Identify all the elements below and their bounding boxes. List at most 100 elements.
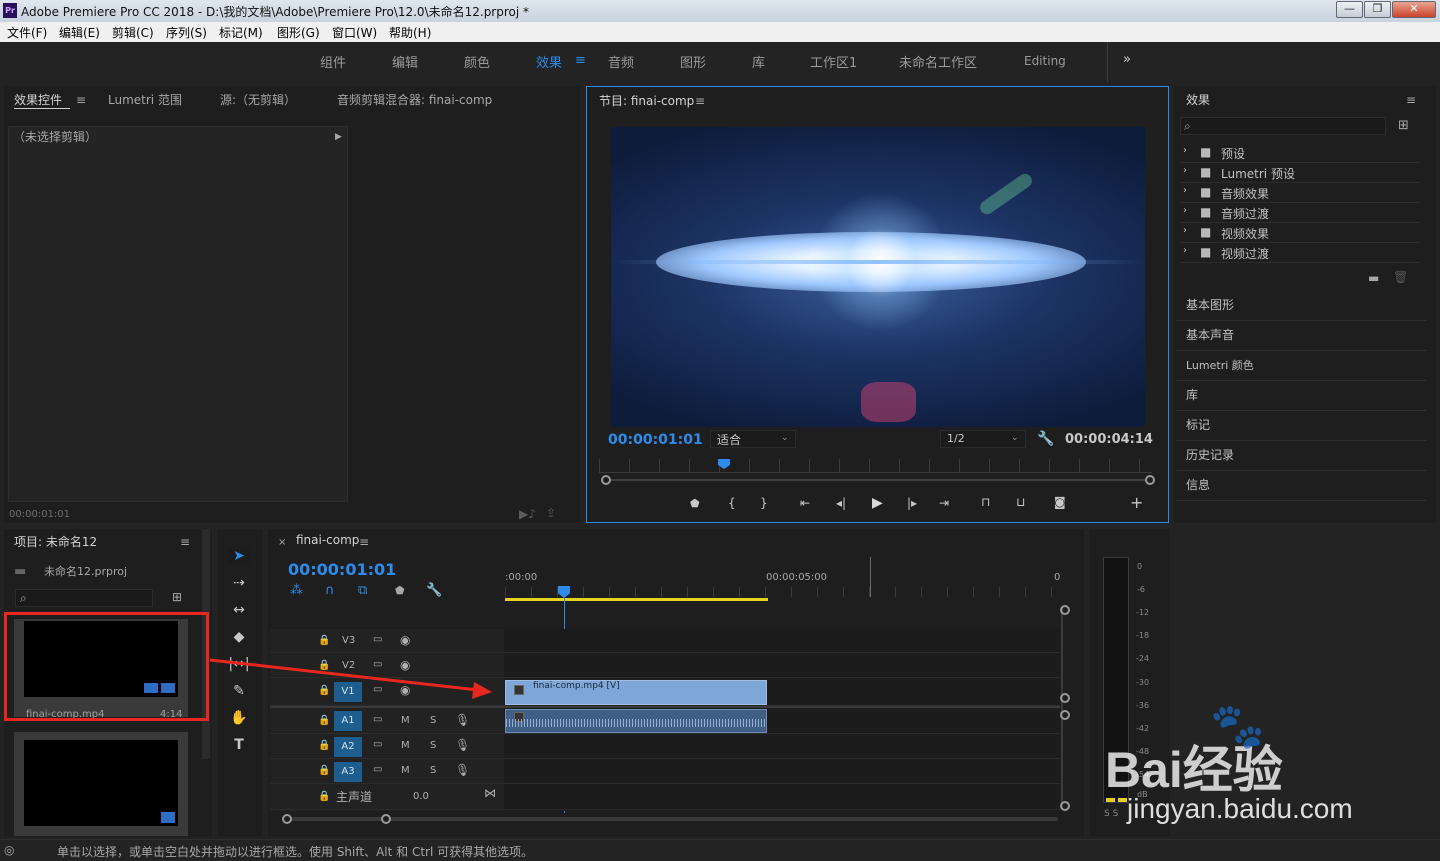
add-marker-icon[interactable]: ⬟ [395,585,405,596]
track-master[interactable]: 🔒 主声道 0.0 ⋈ [270,784,1060,810]
sync-icon[interactable]: ▭ [373,714,382,725]
lock-icon[interactable]: 🔒 [318,765,330,776]
effects-menu-icon[interactable]: ≡ [1406,93,1416,107]
find-bin-icon[interactable]: ⊞ [172,591,182,603]
program-timecode[interactable]: 00:00:01:01 [608,432,703,448]
effects-title[interactable]: 效果 [1186,91,1210,108]
timeline-menu-icon[interactable]: ≡ [359,535,369,549]
tab-effect-controls[interactable]: 效果控件 [14,91,62,108]
program-title[interactable]: 节目: finai-comp [599,92,694,109]
timeline-settings-icon[interactable]: 🔧 [426,584,442,597]
zoom-handle-right[interactable] [1145,475,1155,485]
menu-help[interactable]: 帮助(H) [389,24,431,41]
minimize-button[interactable]: — [1336,1,1363,18]
hand-tool-icon[interactable]: ✋ [228,709,250,727]
new-folder-icon[interactable]: ▬ [1368,272,1379,284]
tab-audio-clip-mixer[interactable]: 音频剪辑混合器: finai-comp [337,91,492,108]
resolution-dropdown[interactable]: 1/2 ⌄ [940,430,1026,448]
program-zoom-bar[interactable] [603,479,1150,481]
track-target-a2[interactable]: A2 [334,737,362,757]
pen-tool-icon[interactable]: ✎ [228,682,250,700]
meter-solo-buttons[interactable]: S S [1104,809,1118,819]
workspace-untitled[interactable]: 未命名工作区 [899,52,977,71]
menu-window[interactable]: 窗口(W) [332,24,377,41]
section-markers[interactable]: 标记 [1176,411,1426,441]
track-a3[interactable]: 🔒 A3 ▭ M S 🎙 [270,759,1060,784]
lock-icon[interactable]: 🔒 [318,685,330,696]
linked-selection-icon[interactable]: ⧉ [358,584,367,597]
snap-icon[interactable]: ∩ [325,584,335,597]
workspace-effects[interactable]: 效果 [536,52,562,71]
section-libraries[interactable]: 库 [1176,381,1426,411]
audio-clip[interactable] [505,709,767,733]
menu-marker[interactable]: 标记(M) [219,24,263,41]
tab-lumetri-scopes[interactable]: Lumetri 范围 [108,91,182,108]
hscroll-handle-left[interactable] [282,814,292,824]
close-tab-icon[interactable]: × [278,538,286,548]
workspace-assembly[interactable]: 组件 [320,52,346,71]
export-icon[interactable]: ⇪ [546,507,556,519]
workspace-editing[interactable]: Editing [1024,54,1066,68]
microphone-icon[interactable]: 🎙 [455,763,470,777]
go-to-in-icon[interactable]: ⇤ [800,497,810,509]
add-button-icon[interactable]: + [1130,495,1143,511]
effects-folder-audio-transitions[interactable]: › ■ 音频过渡 [1180,203,1420,223]
project-sequence-thumb[interactable] [14,732,188,836]
menu-sequence[interactable]: 序列(S) [166,24,207,41]
timeline-hscroll[interactable] [282,817,1058,821]
effects-folder-video-transitions[interactable]: › ■ 视频过渡 [1180,243,1420,263]
timeline-timecode[interactable]: 00:00:01:01 [288,560,396,579]
solo-button[interactable]: S [430,765,436,776]
video-clip[interactable]: finai-comp.mp4 [V] [505,680,767,705]
type-tool-icon[interactable]: T [228,736,250,754]
master-volume[interactable]: 0.0 [413,791,429,802]
work-area-bar[interactable] [505,598,768,601]
workspace-editing-cn[interactable]: 编辑 [392,52,418,71]
sync-icon[interactable]: ▭ [373,764,382,775]
tab-source[interactable]: 源:（无剪辑） [220,91,296,108]
track-v3[interactable]: 🔒 V3 ▭ ◉ [270,629,1060,653]
vscroll-handle-audio[interactable] [1060,710,1070,720]
menu-edit[interactable]: 编辑(E) [59,24,100,41]
workspace-graphics[interactable]: 图形 [680,52,706,71]
vscroll-handle-top[interactable] [1060,605,1070,615]
sync-icon[interactable]: ▭ [373,739,382,750]
solo-button[interactable]: S [430,715,436,726]
track-a2[interactable]: 🔒 A2 ▭ M S 🎙 [270,734,1060,759]
effects-folder-lumetri-presets[interactable]: › ■ Lumetri 预设 [1180,163,1420,183]
menu-graphics[interactable]: 图形(G) [277,24,320,41]
trash-icon[interactable]: 🗑 [1393,271,1408,283]
add-marker-icon[interactable]: ⬟ [690,498,700,509]
lock-icon[interactable]: 🔒 [318,635,330,646]
project-title[interactable]: 项目: 未命名12 [14,533,97,550]
sync-icon[interactable]: ▭ [373,659,382,670]
slip-tool-icon[interactable]: |↔| [228,655,250,673]
selection-tool-icon[interactable]: ➤ [228,547,250,565]
lift-icon[interactable]: ⊓ [981,496,990,508]
wrench-icon[interactable]: 🔧 [1037,432,1054,446]
camera-icon[interactable]: ◙ [1054,496,1066,508]
mute-button[interactable]: M [401,740,410,751]
play-icon[interactable]: ▶ [872,496,883,510]
track-target-a1[interactable]: A1 [334,711,362,731]
solo-button[interactable]: S [430,740,436,751]
microphone-icon[interactable]: 🎙 [455,738,470,752]
track-v2[interactable]: 🔒 V2 ▭ ◉ [270,654,1060,678]
microphone-icon[interactable]: 🎙 [455,713,470,727]
workspace-libraries[interactable]: 库 [752,52,765,71]
eye-icon[interactable]: ◉ [400,633,410,647]
project-menu-icon[interactable]: ≡ [180,535,190,549]
lock-icon[interactable]: 🔒 [318,740,330,751]
go-to-end-icon[interactable]: ⋈ [484,786,496,800]
effects-folder-audio-effects[interactable]: › ■ 音频效果 [1180,183,1420,203]
workspace-1[interactable]: 工作区1 [810,52,857,71]
track-select-tool-icon[interactable]: ⇢ [228,574,250,592]
program-menu-icon[interactable]: ≡ [695,94,705,108]
mark-out-icon[interactable]: } [760,497,768,509]
section-lumetri-color[interactable]: Lumetri 颜色 [1176,351,1426,381]
go-to-out-icon[interactable]: ⇥ [939,497,949,509]
program-video-frame[interactable] [611,127,1145,427]
workspace-menu-icon[interactable]: ≡ [575,53,586,68]
mute-button[interactable]: M [401,765,410,776]
step-back-icon[interactable]: ◂| [836,497,846,509]
